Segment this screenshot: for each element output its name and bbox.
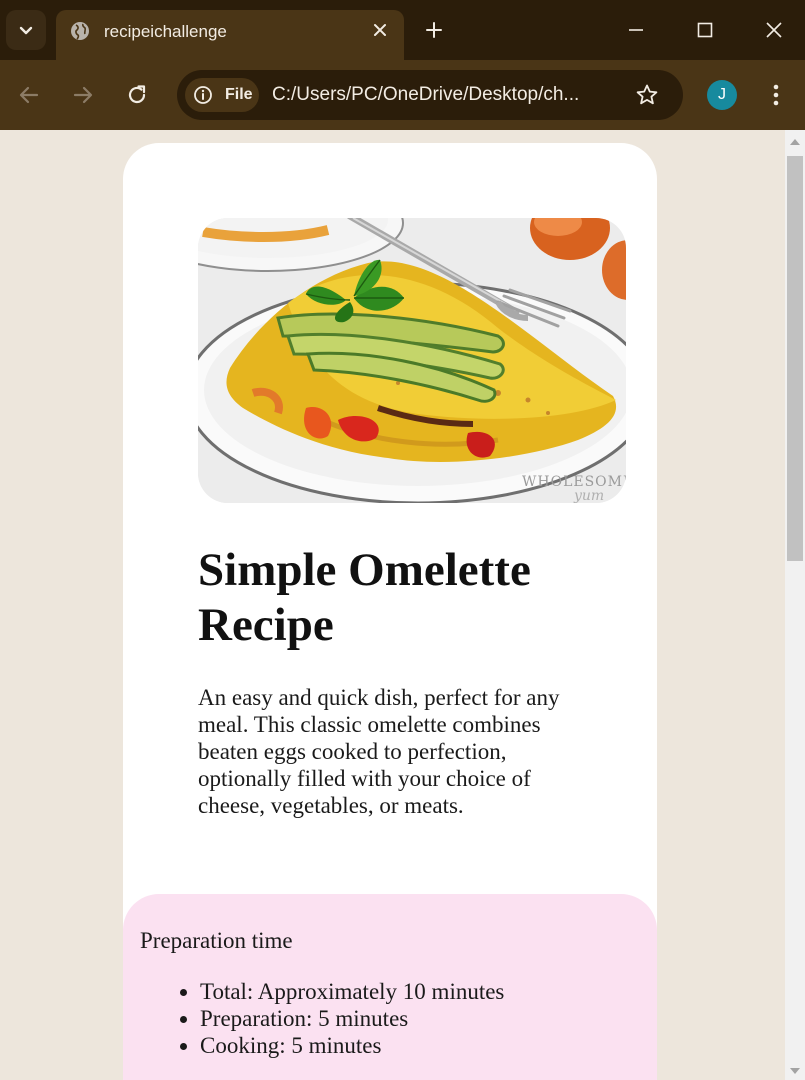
globe-icon (71, 22, 89, 40)
close-window-button[interactable] (761, 17, 787, 43)
scrollbar-thumb[interactable] (787, 156, 803, 561)
plus-icon (426, 22, 442, 38)
reload-icon (128, 85, 146, 104)
preparation-list: Total: Approximately 10 minutes Preparat… (200, 978, 640, 1059)
list-item: Cooking: 5 minutes (200, 1032, 640, 1059)
list-item: Total: Approximately 10 minutes (200, 978, 640, 1005)
page-viewport: WHOLESOME yum Simple Omelette Recipe An … (0, 130, 785, 1080)
url-text[interactable]: C:/Users/PC/OneDrive/Desktop/ch... (272, 84, 617, 106)
browser-titlebar: recipeichallenge (0, 0, 805, 60)
reload-button[interactable] (124, 82, 150, 108)
arrow-right-icon (73, 86, 93, 104)
browser-toolbar: File C:/Users/PC/OneDrive/Desktop/ch... … (0, 60, 805, 130)
vertical-scrollbar[interactable] (785, 130, 805, 1080)
tab-close-button[interactable] (370, 20, 390, 40)
site-info-chip[interactable]: File (185, 78, 259, 112)
info-icon (194, 86, 212, 104)
preparation-box: Preparation time Total: Approximately 10… (123, 894, 657, 1080)
forward-button[interactable] (70, 82, 96, 108)
svg-text:yum: yum (573, 488, 604, 503)
kebab-menu-icon[interactable] (764, 82, 788, 108)
star-icon[interactable] (635, 83, 659, 107)
tab-title: recipeichallenge (104, 22, 227, 41)
recipe-description: An easy and quick dish, perfect for any … (198, 685, 560, 818)
minimize-button[interactable] (623, 17, 649, 43)
chevron-down-icon (19, 26, 33, 35)
back-button[interactable] (16, 82, 42, 108)
maximize-button[interactable] (692, 17, 718, 43)
omelette-photo: WHOLESOME yum (198, 218, 626, 503)
address-bar[interactable]: File C:/Users/PC/OneDrive/Desktop/ch... (177, 70, 683, 120)
close-icon (766, 22, 782, 38)
close-icon (374, 24, 386, 36)
recipe-title: Simple Omelette Recipe (198, 544, 531, 651)
arrow-left-icon (19, 86, 39, 104)
new-tab-button[interactable] (422, 18, 446, 42)
maximize-icon (697, 22, 713, 38)
scroll-down-arrow-icon[interactable] (790, 1068, 800, 1074)
minimize-icon (629, 29, 643, 31)
list-item: Preparation: 5 minutes (200, 1005, 640, 1032)
scroll-up-arrow-icon[interactable] (790, 139, 800, 145)
browser-tab[interactable]: recipeichallenge (56, 10, 404, 60)
recipe-card: WHOLESOME yum Simple Omelette Recipe An … (123, 143, 657, 1080)
site-chip-label: File (225, 86, 253, 103)
preparation-heading: Preparation time (140, 928, 293, 953)
tab-search-button[interactable] (6, 10, 46, 50)
profile-avatar[interactable]: J (707, 80, 737, 110)
